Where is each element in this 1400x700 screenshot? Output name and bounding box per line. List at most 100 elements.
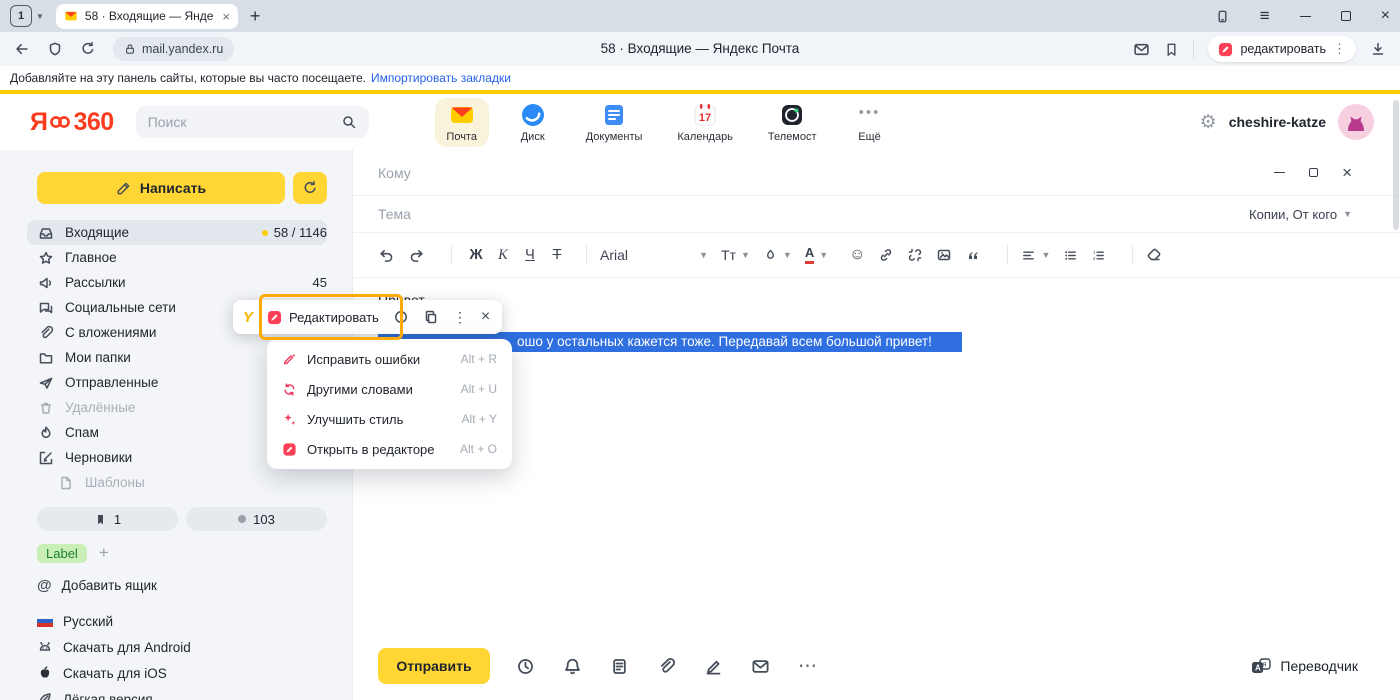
reload-icon[interactable] [80,41,96,57]
compose-close-button[interactable]: × [1342,163,1352,183]
protect-shield-icon[interactable] [47,41,63,57]
schedule-clock-icon[interactable] [516,657,535,676]
bookmark-flag-icon[interactable] [1164,42,1179,57]
import-bookmarks-link[interactable]: Импортировать закладки [371,71,511,85]
new-tab-button[interactable]: + [250,7,261,25]
undo-icon[interactable] [378,247,395,264]
dialog-icon[interactable] [393,309,409,325]
message-greeting[interactable]: Привет, [378,292,1400,308]
language-label: Русский [63,614,113,629]
envelope-icon[interactable] [751,657,770,676]
survey-icon[interactable] [610,657,629,676]
kebab-icon[interactable]: ⋮ [1333,41,1346,57]
app-docs[interactable]: Документы [577,98,652,147]
align-select[interactable]: ▼ [1021,248,1050,263]
bullet-list-icon[interactable] [1063,248,1078,263]
subject-row[interactable]: Тема Копии, От кого ▼ [353,196,1400,233]
link-icon[interactable] [878,247,894,263]
strikethrough-button[interactable]: Т [546,247,568,263]
label-tag[interactable]: Label [37,544,87,563]
window-minimize-button[interactable] [1300,16,1311,17]
folder-main[interactable]: Главное [27,245,327,270]
menu-item-label: Улучшить стиль [307,412,403,427]
translator-button[interactable]: Ая Переводчик [1251,658,1358,675]
refresh-button[interactable] [293,172,327,204]
lock-icon [124,43,136,55]
attach-paperclip-icon[interactable] [657,657,676,676]
app-calendar[interactable]: 17 Календарь [668,98,742,147]
close-icon[interactable]: × [481,308,490,326]
unlink-icon[interactable] [907,247,923,263]
ios-link[interactable]: Скачать для iOS [0,660,352,686]
compose-minimize-button[interactable] [1274,172,1285,173]
search-icon[interactable] [341,114,357,130]
send-button[interactable]: Отправить [378,648,490,684]
numbered-list-icon[interactable]: 12 [1091,248,1106,263]
download-icon[interactable] [1370,41,1386,57]
more-options-icon[interactable]: ⋯ [798,655,817,678]
telemost-app-icon [779,102,805,128]
redo-icon[interactable] [408,247,425,264]
editor-extension-button[interactable]: редактировать ⋮ [1208,36,1356,62]
cc-from-toggle[interactable]: Копии, От кого ▼ [1249,207,1352,222]
folder-inbox[interactable]: Входящие 58 / 1146 [27,220,327,245]
rephrase-icon [282,382,297,397]
tab-close-icon[interactable]: × [222,9,230,24]
bookmarks-pill[interactable]: 1 [37,507,178,531]
folder-templates[interactable]: Шаблоны [27,470,327,495]
copy-icon[interactable] [423,309,439,325]
eraser-icon[interactable] [1146,247,1162,263]
window-close-button[interactable]: × [1381,8,1390,24]
tab-title: 58 · Входящие — Янде [85,9,215,23]
gear-icon[interactable]: ⚙ [1200,111,1217,134]
font-size-select[interactable]: Тт ▼ [721,247,750,263]
menu-item-label: Открыть в редакторе [307,442,435,457]
edit-button[interactable]: Редактировать [267,310,379,325]
search-input[interactable] [148,114,333,130]
compose-maximize-button[interactable] [1309,168,1318,177]
android-link[interactable]: Скачать для Android [0,634,352,660]
kebab-icon[interactable]: ⋮ [453,309,467,326]
menu-icon[interactable]: ≡ [1260,6,1270,26]
app-disk[interactable]: Диск [506,98,560,147]
highlight-color-select[interactable]: ▼ [763,248,792,263]
text-color-select[interactable]: А ▼ [805,246,828,263]
pencil-icon [116,181,131,196]
address-bar[interactable]: mail.yandex.ru [113,37,234,61]
folder-newsletters[interactable]: Рассылки 45 [27,270,327,295]
to-row[interactable]: Кому × [353,150,1400,196]
search-box[interactable] [136,106,369,138]
unread-pill[interactable]: 103 [186,507,327,531]
avatar[interactable] [1338,104,1374,140]
menu-item-rephrase[interactable]: Другими словами Alt + U [267,374,512,404]
back-icon[interactable] [14,41,30,57]
menu-item-improve-style[interactable]: Улучшить стиль Alt + Y [267,404,512,434]
app-telemost[interactable]: Телемост [759,98,826,147]
image-icon[interactable] [936,247,952,263]
tab-counter-value[interactable]: 1 [10,5,32,27]
app-more[interactable]: ••• Ещё [843,98,897,147]
quote-icon[interactable] [965,247,981,263]
light-version-link[interactable]: Лёгкая версия [0,686,352,700]
emoji-icon[interactable]: ☺ [849,246,865,264]
bold-button[interactable]: Ж [465,247,487,263]
devices-icon[interactable] [1215,9,1230,24]
app-mail[interactable]: Почта [435,98,489,147]
italic-button[interactable]: К [492,247,514,264]
tab-counter[interactable]: 1 ▼ [10,5,44,27]
reminder-bell-icon[interactable] [563,657,582,676]
signature-pen-icon[interactable] [704,657,723,676]
page-scrollbar[interactable] [1393,100,1399,230]
yandex-360-logo[interactable]: Я 360 [30,108,114,137]
menu-item-fix-errors[interactable]: Исправить ошибки Alt + R [267,344,512,374]
menu-item-open-in-editor[interactable]: Открыть в редакторе Alt + O [267,434,512,464]
browser-tab[interactable]: 58 · Входящие — Янде × [56,4,238,29]
language-link[interactable]: Русский [0,608,352,634]
underline-button[interactable]: Ч [519,247,541,263]
add-mailbox[interactable]: @ Добавить ящик [37,577,352,594]
window-maximize-button[interactable] [1341,11,1351,21]
font-family-select[interactable]: Arial ▼ [600,247,708,263]
mail-toolbar-icon[interactable] [1133,41,1150,58]
add-label-icon[interactable]: + [99,543,109,563]
compose-button[interactable]: Написать [37,172,285,204]
